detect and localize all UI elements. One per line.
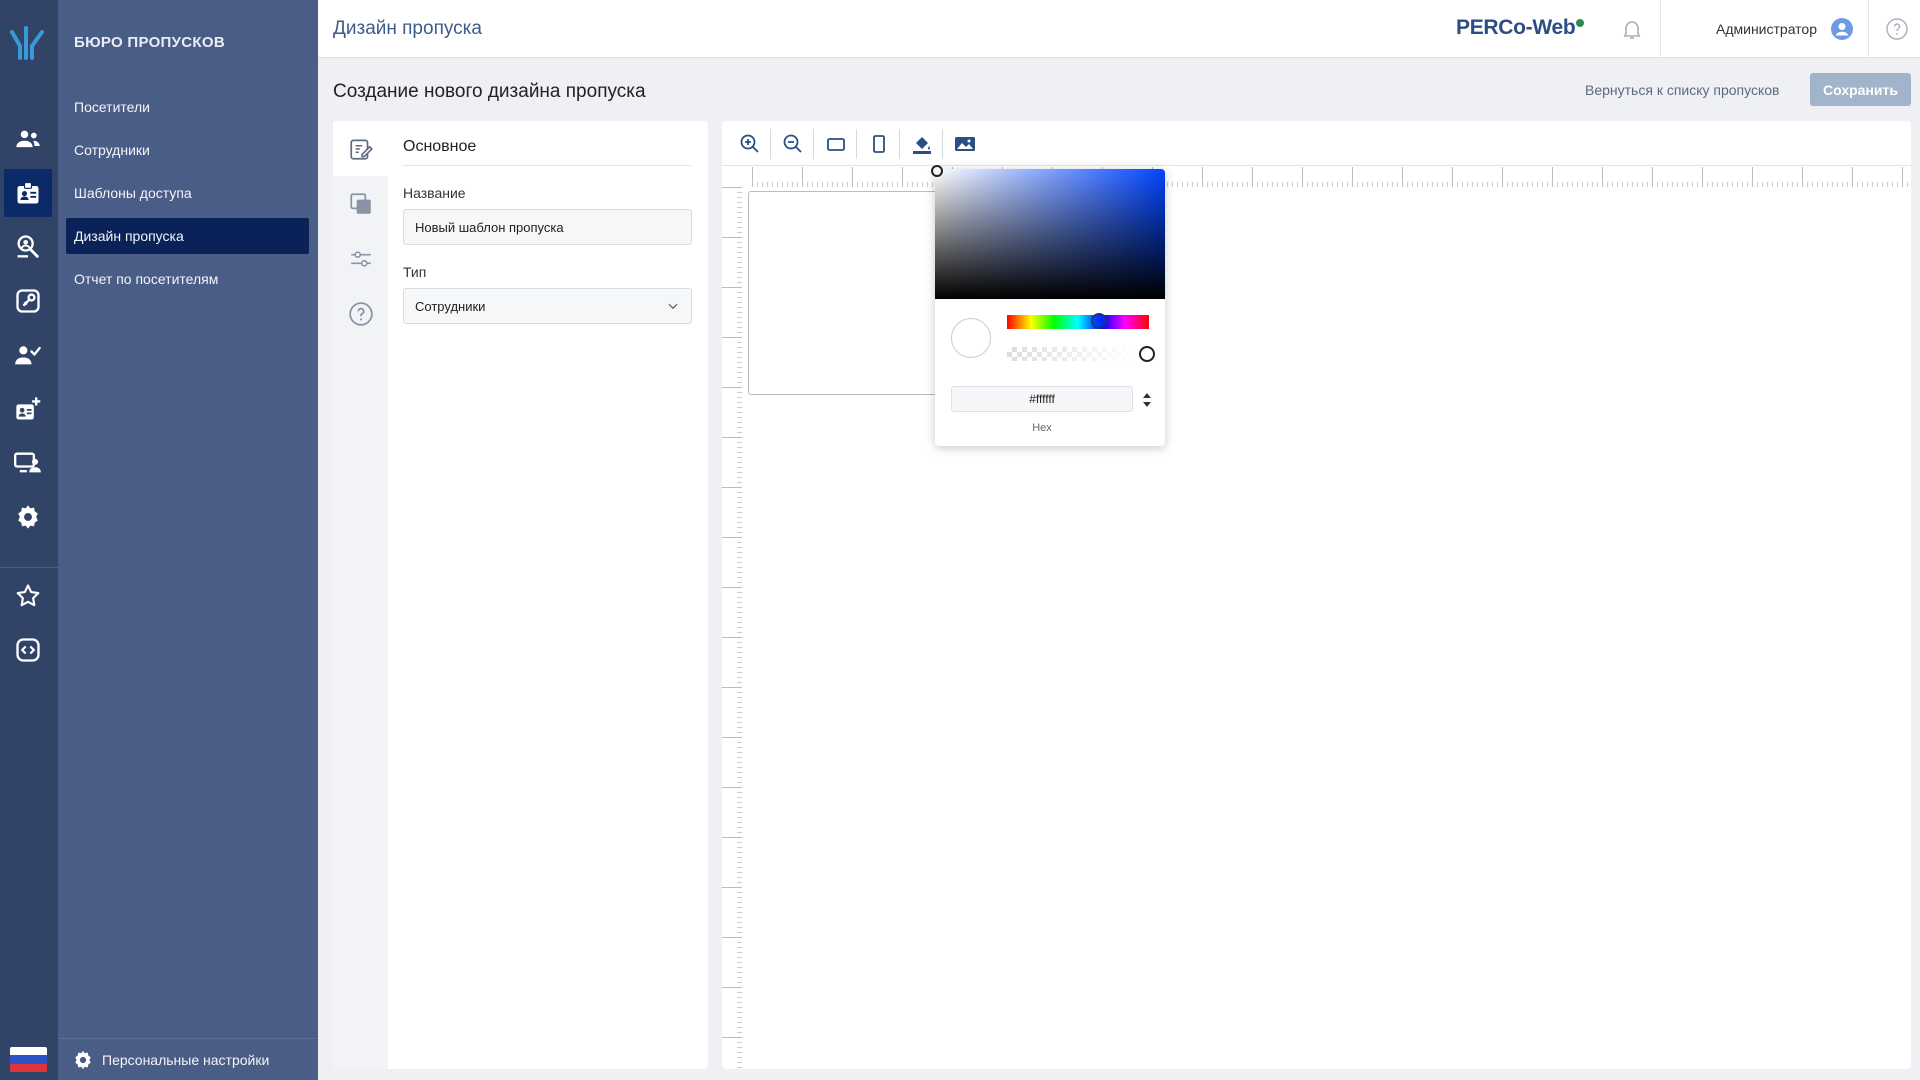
background-image-button[interactable]	[950, 129, 980, 159]
star-icon	[16, 584, 40, 607]
hex-input[interactable]	[951, 386, 1133, 412]
rail-badge-add-button[interactable]	[4, 385, 52, 433]
header-divider	[1868, 0, 1869, 58]
zoom-in-button[interactable]	[735, 129, 765, 159]
form-title: Создание нового дизайна пропуска	[333, 81, 646, 102]
icon-rail	[0, 0, 58, 1080]
toolbar-divider	[813, 129, 814, 159]
background-fill-button[interactable]	[907, 129, 937, 159]
sliders-icon	[350, 250, 371, 267]
zoom-in-icon	[740, 134, 759, 153]
design-canvas-panel	[722, 121, 1911, 1069]
gear-icon	[18, 505, 38, 529]
rail-visitor-search-button[interactable]	[4, 223, 52, 271]
alpha-slider[interactable]	[1007, 347, 1135, 361]
zoom-out-button[interactable]	[778, 129, 808, 159]
hue-slider-handle[interactable]	[1091, 313, 1107, 329]
edit-icon	[349, 138, 373, 160]
help-icon[interactable]	[1885, 17, 1909, 41]
section-heading: Основное	[403, 138, 477, 155]
top-header: Дизайн пропуска PERCo-Web Администратор	[318, 0, 1920, 58]
rail-separator	[0, 567, 58, 568]
header-divider	[1660, 0, 1661, 58]
code-icon	[16, 638, 40, 662]
help-icon	[348, 301, 373, 326]
zoom-out-icon	[783, 134, 802, 153]
nav-item-employees[interactable]: Сотрудники	[66, 132, 309, 168]
visitor-search-icon	[17, 235, 39, 258]
saturation-handle[interactable]	[931, 165, 943, 177]
image-icon	[955, 137, 975, 151]
rail-favorites-button[interactable]	[4, 572, 52, 620]
personal-settings-button[interactable]: Персональные настройки	[58, 1038, 318, 1080]
landscape-icon	[827, 138, 845, 151]
bell-icon[interactable]	[1620, 17, 1644, 41]
brand-status-dot	[1576, 19, 1585, 27]
brand-logo: PERCo-Web	[1456, 16, 1585, 40]
nav-item-access-templates[interactable]: Шаблоны доступа	[66, 175, 309, 211]
back-to-list-link[interactable]: Вернуться к списку пропусков	[1585, 82, 1780, 98]
rail-people-button[interactable]	[4, 115, 52, 163]
paint-bucket-icon	[913, 137, 931, 154]
hue-slider[interactable]	[1007, 313, 1149, 329]
property-tabs	[333, 121, 388, 1069]
rail-keycard-button[interactable]	[4, 277, 52, 325]
badge-icon	[17, 181, 39, 204]
nav-item-pass-design[interactable]: Дизайн пропуска	[66, 218, 309, 254]
type-label: Тип	[403, 264, 427, 280]
color-picker-popover: Hex	[931, 165, 1165, 446]
rail-monitor-user-button[interactable]	[4, 439, 52, 487]
canvas-toolbar	[722, 121, 1911, 166]
nav-item-visitors[interactable]: Посетители	[66, 89, 309, 125]
landscape-orientation-button[interactable]	[821, 129, 851, 159]
rail-user-check-button[interactable]	[4, 331, 52, 379]
toolbar-divider	[770, 129, 771, 159]
nav-title: БЮРО ПРОПУСКОВ	[74, 34, 225, 51]
save-button[interactable]: Сохранить	[1810, 73, 1911, 106]
toolbar-divider	[856, 129, 857, 159]
type-select[interactable]: Сотрудники	[403, 288, 692, 324]
toolbar-divider	[942, 129, 943, 159]
brand-name: PERCo-Web	[1456, 16, 1576, 39]
gear-icon	[75, 1050, 91, 1069]
user-name[interactable]: Администратор	[1716, 21, 1817, 37]
chevron-down-icon	[668, 303, 678, 310]
people-icon	[16, 130, 40, 148]
tab-settings[interactable]	[333, 231, 388, 286]
rail-settings-button[interactable]	[4, 493, 52, 541]
alpha-slider-handle[interactable]	[1139, 346, 1155, 362]
portrait-icon	[873, 135, 885, 153]
user-check-icon	[15, 346, 41, 365]
rail-badge-button[interactable]	[4, 169, 52, 217]
badge-add-icon	[16, 397, 41, 420]
hex-format-label: Hex	[1032, 422, 1052, 434]
portrait-orientation-button[interactable]	[864, 129, 894, 159]
color-preview-swatch	[951, 318, 991, 358]
type-select-value: Сотрудники	[415, 298, 486, 314]
user-avatar-icon[interactable]	[1830, 17, 1854, 41]
page-title: Дизайн пропуска	[333, 18, 482, 39]
section-nav: БЮРО ПРОПУСКОВ Посетители Сотрудники Шаб…	[58, 0, 318, 1080]
nav-item-visitor-report[interactable]: Отчет по посетителям	[66, 261, 309, 297]
vertical-ruler	[722, 187, 742, 1069]
layers-icon	[349, 192, 371, 214]
rail-code-button[interactable]	[4, 626, 52, 674]
tab-layers[interactable]	[333, 176, 388, 231]
name-label: Название	[403, 185, 466, 201]
personal-settings-label: Персональные настройки	[102, 1051, 270, 1068]
monitor-user-icon	[14, 452, 41, 473]
perco-logo-icon[interactable]	[8, 24, 48, 60]
format-toggle-icon[interactable]	[1141, 391, 1153, 409]
toolbar-divider	[899, 129, 900, 159]
keycard-icon	[16, 289, 40, 313]
section-divider	[403, 165, 691, 166]
russia-flag-icon[interactable]	[10, 1047, 47, 1072]
name-input[interactable]	[403, 209, 692, 245]
tab-help[interactable]	[333, 286, 388, 341]
tab-main[interactable]	[333, 121, 388, 176]
horizontal-ruler	[752, 167, 1911, 187]
properties-panel: Основное Название Тип Сотрудники	[333, 121, 708, 1069]
saturation-area[interactable]	[931, 165, 1165, 299]
